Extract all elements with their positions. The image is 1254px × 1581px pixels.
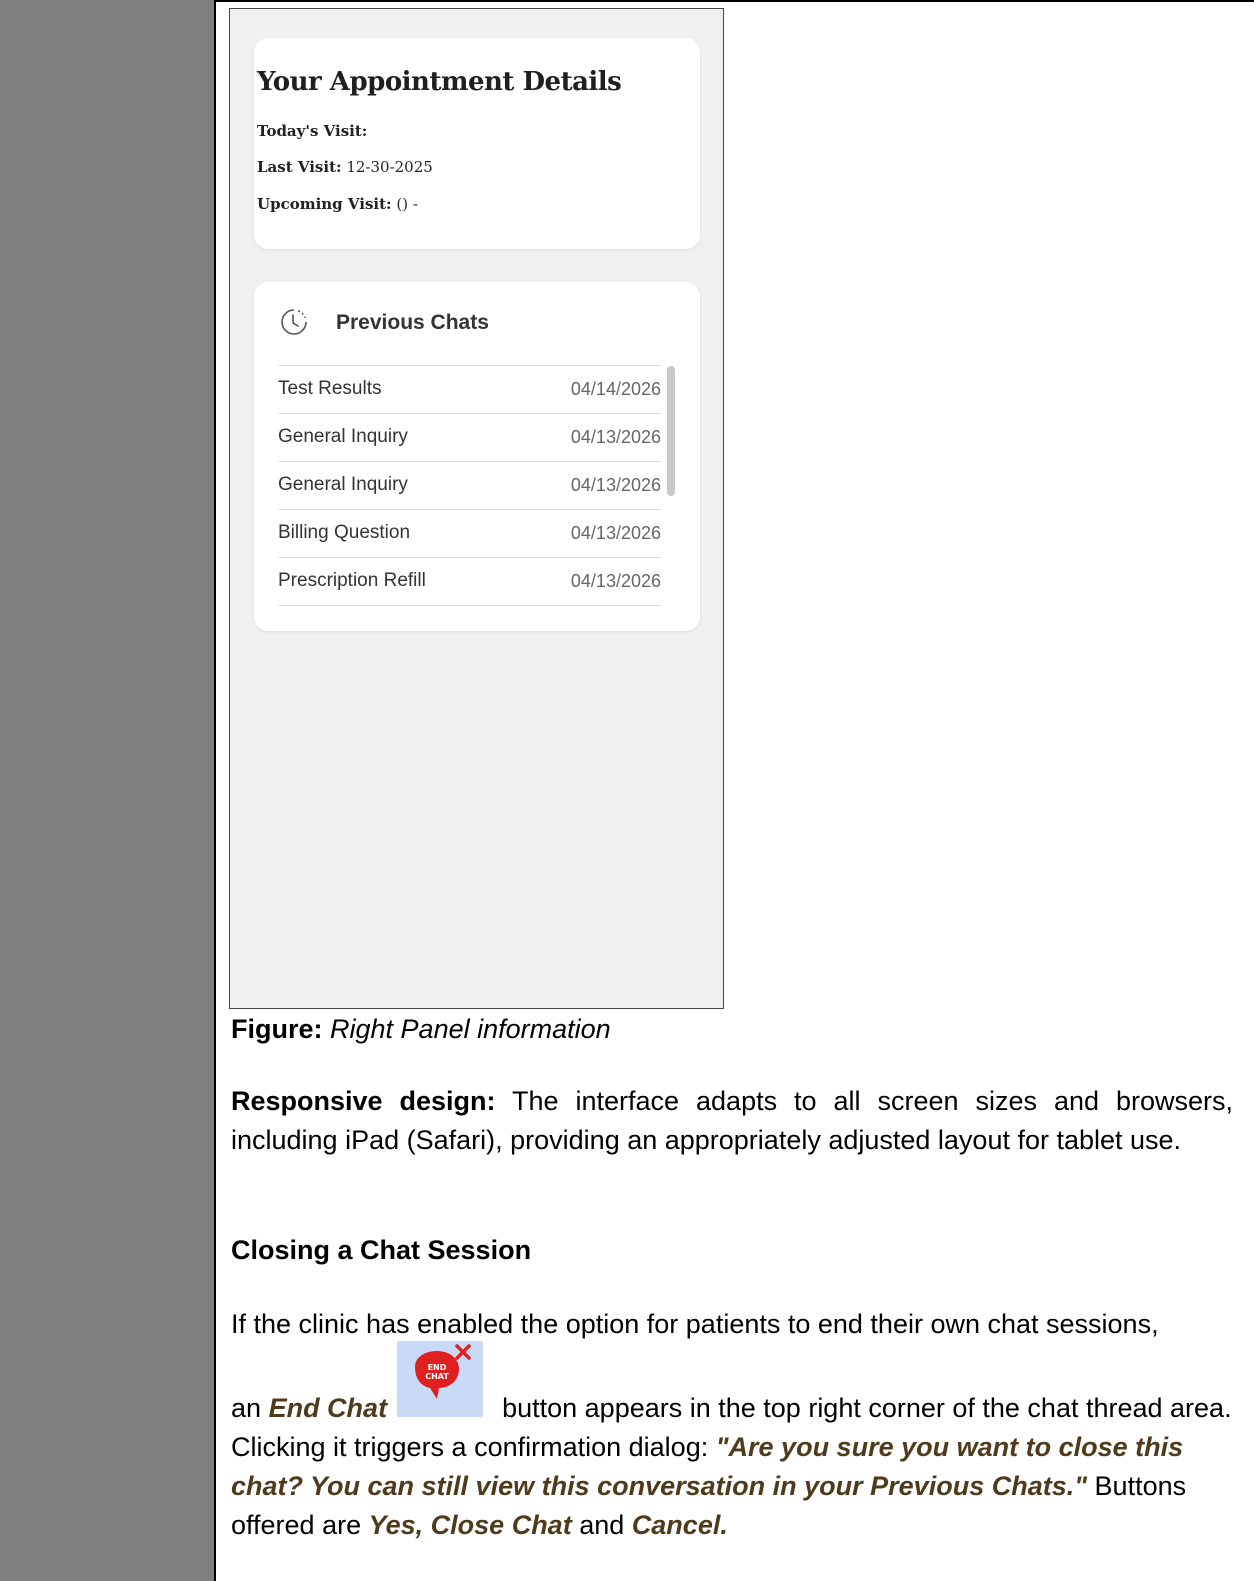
left-gutter (0, 0, 216, 1581)
last-visit-label: Last Visit: (257, 158, 342, 176)
yes-close-chat-term: Yes, Close Chat (368, 1510, 572, 1540)
todays-visit-label: Today's Visit: (257, 122, 368, 140)
upcoming-visit-label: Upcoming Visit: (257, 195, 392, 213)
top-border (216, 0, 1254, 2)
chat-list-item[interactable]: Billing Question 04/13/2026 (278, 510, 661, 558)
upcoming-visit-value: () - (396, 195, 418, 213)
chat-topic: Billing Question (278, 522, 411, 543)
closing-heading: Closing a Chat Session (231, 1235, 532, 1265)
chat-date: 04/13/2026 (570, 571, 661, 591)
chat-list-item[interactable]: General Inquiry 04/13/2026 (278, 414, 661, 462)
chat-topic: Test Results (278, 378, 382, 399)
closing-line-1: If the clinic has enabled the option for… (231, 1309, 1159, 1339)
chat-list-item[interactable]: General Inquiry 04/13/2026 (278, 462, 661, 510)
chat-date: 04/13/2026 (570, 427, 661, 447)
clock-history-icon (281, 309, 307, 335)
chat-list: Test Results 04/14/2026 General Inquiry … (278, 365, 661, 606)
previous-chats-title: Previous Chats (336, 311, 489, 334)
right-panel-screenshot: Your Appointment Details Today's Visit: … (229, 8, 724, 1009)
chat-date: 04/13/2026 (570, 523, 661, 543)
cancel-term: Cancel. (631, 1510, 728, 1540)
closing-paragraph: an End Chat button appears in the top ri… (231, 1389, 1241, 1545)
last-visit-row: Last Visit: 12-30-2025 (257, 158, 433, 176)
end-chat-term: End Chat (268, 1393, 388, 1423)
last-visit-value: 12-30-2025 (346, 158, 433, 176)
end-chat-icon-line1: END (428, 1363, 447, 1372)
chat-list-item[interactable]: Prescription Refill 04/13/2026 (278, 558, 661, 606)
previous-chats-card: Previous Chats Test Results 04/14/2026 G… (254, 282, 700, 631)
chat-topic: Prescription Refill (278, 570, 426, 591)
chat-topic: General Inquiry (278, 474, 408, 495)
end-chat-icon-line2: CHAT (425, 1372, 449, 1381)
chat-date: 04/14/2026 (570, 379, 661, 399)
todays-visit-row: Today's Visit: (257, 122, 367, 140)
chat-list-scrollbar[interactable] (667, 366, 675, 496)
upcoming-visit-row: Upcoming Visit: () - (257, 195, 418, 213)
figure-caption-text: Right Panel information (330, 1014, 611, 1044)
chat-date: 04/13/2026 (570, 475, 661, 495)
responsive-design-paragraph: Responsive design: The interface adapts … (231, 1082, 1233, 1160)
responsive-label: Responsive design: (231, 1086, 496, 1116)
chat-topic: General Inquiry (278, 426, 408, 447)
figure-caption: Figure: Right Panel information (231, 1014, 611, 1045)
chat-list-item[interactable]: Test Results 04/14/2026 (278, 365, 661, 414)
figure-label: Figure: (231, 1014, 323, 1044)
and-text: and (579, 1510, 625, 1540)
closing-an: an (231, 1393, 262, 1423)
appointment-title: Your Appointment Details (257, 67, 622, 97)
